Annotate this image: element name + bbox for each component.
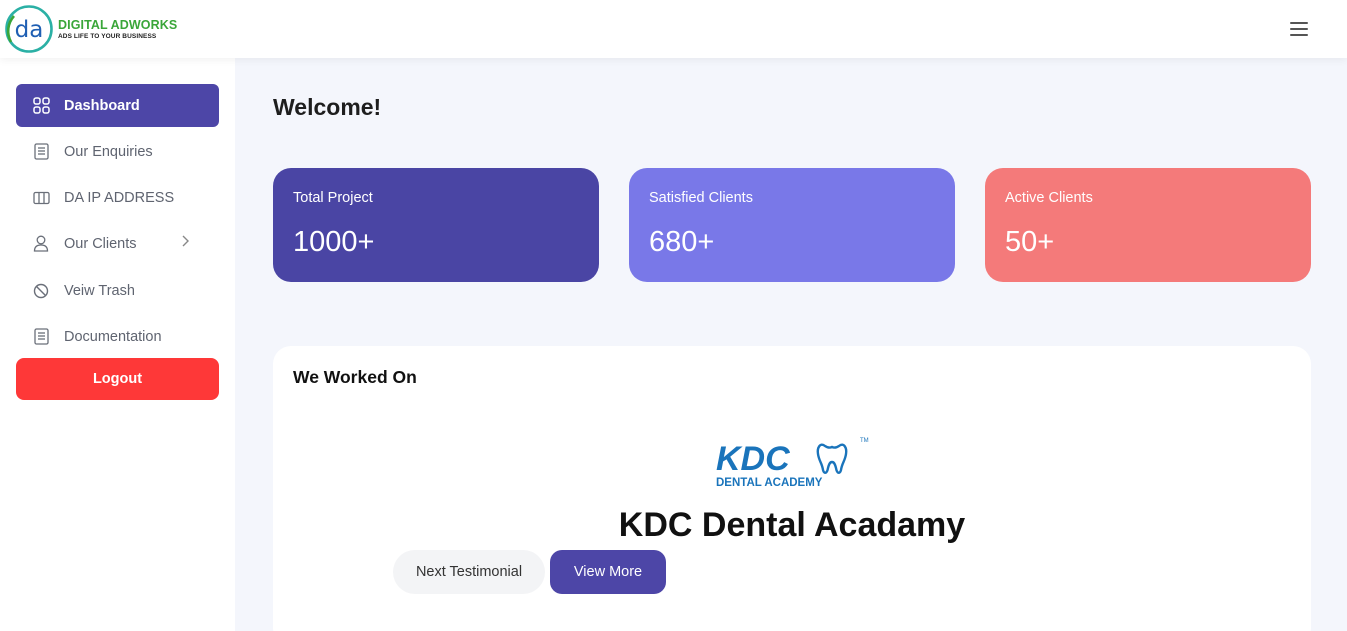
stat-label: Active Clients bbox=[1005, 190, 1093, 206]
brand-tagline: ADS LIFE TO YOUR BUSINESS bbox=[58, 32, 157, 40]
sidebar-item-label: Veiw Trash bbox=[64, 282, 135, 299]
sidebar-item-label: Our Clients bbox=[64, 235, 137, 252]
logout-button[interactable]: Logout bbox=[16, 358, 219, 400]
sidebar-item-label: DA IP ADDRESS bbox=[64, 189, 175, 206]
user-icon bbox=[32, 235, 50, 253]
stat-card-active-clients: Active Clients 50+ bbox=[985, 168, 1311, 282]
sidebar-item-dashboard[interactable]: Dashboard bbox=[16, 84, 219, 127]
hamburger-icon[interactable] bbox=[1290, 22, 1312, 38]
tooth-icon bbox=[816, 443, 848, 474]
kdc-logo-subtext: DENTAL ACADEMY bbox=[716, 477, 823, 489]
stat-value: 1000+ bbox=[293, 226, 375, 258]
sidebar-item-enquiries[interactable]: Our Enquiries bbox=[16, 130, 219, 173]
sidebar-item-ip-address[interactable]: DA IP ADDRESS bbox=[16, 176, 219, 219]
sidebar-item-label: Documentation bbox=[64, 328, 162, 345]
columns-icon bbox=[32, 189, 50, 207]
kdc-dental-academy-logo: KDC TM DENTAL ACADEMY bbox=[716, 438, 869, 489]
stat-label: Satisfied Clients bbox=[649, 190, 753, 206]
stat-label: Total Project bbox=[293, 190, 373, 206]
brand-name: DIGITAL ADWORKS bbox=[58, 18, 177, 32]
sidebar-item-label: Our Enquiries bbox=[64, 143, 153, 160]
view-more-button[interactable]: View More bbox=[550, 550, 666, 594]
project-name-text: KDC Dental Acadamy bbox=[618, 506, 966, 544]
chevron-right-icon bbox=[181, 235, 189, 251]
stat-value: 680+ bbox=[649, 226, 715, 258]
document-icon bbox=[32, 328, 50, 346]
stat-value: 50+ bbox=[1005, 226, 1055, 258]
logo-letters: da bbox=[15, 17, 44, 43]
top-header: da DIGITAL ADWORKS ADS LIFE TO YOUR BUSI… bbox=[0, 0, 1347, 58]
page-title: Welcome! bbox=[273, 94, 382, 120]
sidebar-item-documentation[interactable]: Documentation bbox=[16, 315, 219, 358]
stat-card-total-project: Total Project 1000+ bbox=[273, 168, 599, 282]
sidebar-item-label: Dashboard bbox=[64, 97, 140, 114]
grid-icon bbox=[32, 97, 50, 115]
brand-logo[interactable]: da DIGITAL ADWORKS ADS LIFE TO YOUR BUSI… bbox=[4, 4, 177, 54]
trademark-text: TM bbox=[860, 438, 869, 444]
sidebar-item-trash[interactable]: Veiw Trash bbox=[16, 269, 219, 312]
logo-mark-icon: da bbox=[5, 5, 53, 53]
ban-icon bbox=[32, 282, 50, 300]
document-icon bbox=[32, 143, 50, 161]
sidebar-item-clients[interactable]: Our Clients bbox=[16, 222, 219, 265]
panel-title: We Worked On bbox=[293, 367, 417, 387]
stat-card-satisfied-clients: Satisfied Clients 680+ bbox=[629, 168, 955, 282]
sidebar: Dashboard Our Enquiries DA IP ADDRESS Ou… bbox=[0, 58, 235, 631]
kdc-logo-text: KDC bbox=[716, 440, 790, 478]
next-testimonial-button[interactable]: Next Testimonial bbox=[393, 550, 545, 594]
brand-name-part1: DIGITAL bbox=[58, 17, 111, 32]
worked-on-panel: We Worked On KDC TM DENTAL ACADEMY KDC D… bbox=[273, 346, 1311, 631]
brand-name-part2: ADWORKS bbox=[110, 17, 178, 32]
project-name: KDC Dental Acadamy bbox=[273, 506, 1311, 545]
